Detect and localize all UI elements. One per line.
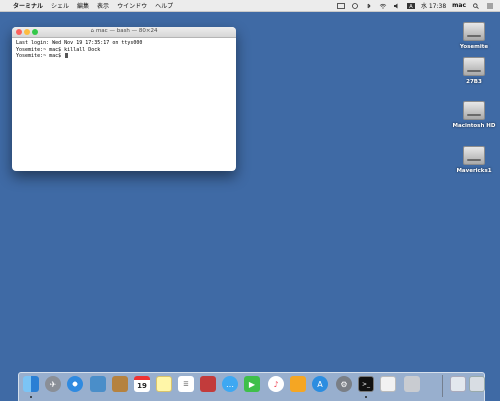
volume-icon[interactable] <box>393 3 401 9</box>
safari-icon[interactable] <box>67 376 83 392</box>
ibooks-icon[interactable] <box>290 376 306 392</box>
notification-center-icon[interactable] <box>486 3 494 9</box>
menu-edit[interactable]: 編集 <box>77 1 89 10</box>
window-title-text: mac — bash — 80×24 <box>95 28 158 34</box>
bluetooth-icon[interactable] <box>365 3 373 9</box>
wifi-icon[interactable] <box>379 3 387 9</box>
terminal-window[interactable]: ⌂ mac — bash — 80×24 Last login: Wed Nov … <box>12 27 236 171</box>
spotlight-search-icon[interactable] <box>472 2 480 9</box>
menu-shell[interactable]: シェル <box>51 1 69 10</box>
drive-label: 27B3 <box>466 79 482 85</box>
time-machine-icon[interactable] <box>351 2 359 9</box>
music-icon[interactable]: ♪ <box>268 376 284 392</box>
trash-icon[interactable] <box>469 376 485 392</box>
terminal-console[interactable]: Last login: Wed Nov 19 17:35:17 on ttys0… <box>12 38 236 62</box>
notes-icon[interactable] <box>156 376 172 392</box>
app-store-icon[interactable]: A <box>312 376 328 392</box>
menu-window[interactable]: ウインドウ <box>117 1 147 10</box>
home-folder-icon: ⌂ <box>90 28 94 34</box>
dock: ✈ 19 ☰ … ▶ ♪ A ⚙ >_ <box>18 372 485 401</box>
preview-icon[interactable] <box>90 376 106 392</box>
window-title: ⌂ mac — bash — 80×24 <box>12 28 236 34</box>
svg-text:A: A <box>409 4 413 9</box>
hard-drive-icon <box>463 101 485 120</box>
system-preferences-icon[interactable]: ⚙ <box>336 376 352 392</box>
app-menu[interactable]: ターミナル <box>13 1 43 10</box>
launchpad-icon[interactable]: ✈ <box>45 376 61 392</box>
downloads-stack-icon[interactable] <box>450 376 466 392</box>
input-method-icon[interactable]: A <box>406 2 415 9</box>
reminders-icon[interactable]: ☰ <box>178 376 194 392</box>
menubar-user[interactable]: mac <box>452 2 466 9</box>
hard-drive-icon <box>463 146 485 165</box>
hard-drive-icon <box>463 22 485 41</box>
drive-label: Mavericks1 <box>456 168 492 174</box>
menu-help[interactable]: ヘルプ <box>155 1 173 10</box>
contacts-icon[interactable] <box>112 376 128 392</box>
disk-utility-icon[interactable] <box>404 376 420 392</box>
running-indicator <box>365 396 367 398</box>
desktop-drive-27b3[interactable]: 27B3 <box>444 57 500 85</box>
drive-label: Macintosh HD <box>452 123 496 129</box>
drive-label: Yosemite <box>459 44 489 50</box>
terminal-app-icon[interactable]: >_ <box>358 376 374 392</box>
menu-view[interactable]: 表示 <box>97 1 109 10</box>
calendar-icon[interactable]: 19 <box>134 376 150 392</box>
desktop-drive-yosemite[interactable]: Yosemite <box>444 22 500 50</box>
desktop-drive-macintosh-hd[interactable]: Macintosh HD <box>444 101 500 129</box>
dock-separator <box>442 375 443 397</box>
finder-icon[interactable] <box>23 376 39 392</box>
menubar-clock[interactable]: 水 17:38 <box>421 1 446 10</box>
menu-bar: ターミナル シェル 編集 表示 ウインドウ ヘルプ A 水 17:38 mac <box>0 0 500 12</box>
text-cursor <box>65 53 69 58</box>
messages-icon[interactable]: … <box>222 376 238 392</box>
facetime-icon[interactable]: ▶ <box>244 376 260 392</box>
console-prompt: Yosemite:~ mac$ <box>16 53 65 59</box>
hard-drive-icon <box>463 57 485 76</box>
desktop-drive-mavericks1[interactable]: Mavericks1 <box>444 146 500 174</box>
running-indicator <box>30 396 32 398</box>
window-titlebar[interactable]: ⌂ mac — bash — 80×24 <box>12 27 236 38</box>
photo-booth-icon[interactable] <box>200 376 216 392</box>
sync-status-icon[interactable] <box>337 2 345 9</box>
text-edit-icon[interactable] <box>380 376 396 392</box>
